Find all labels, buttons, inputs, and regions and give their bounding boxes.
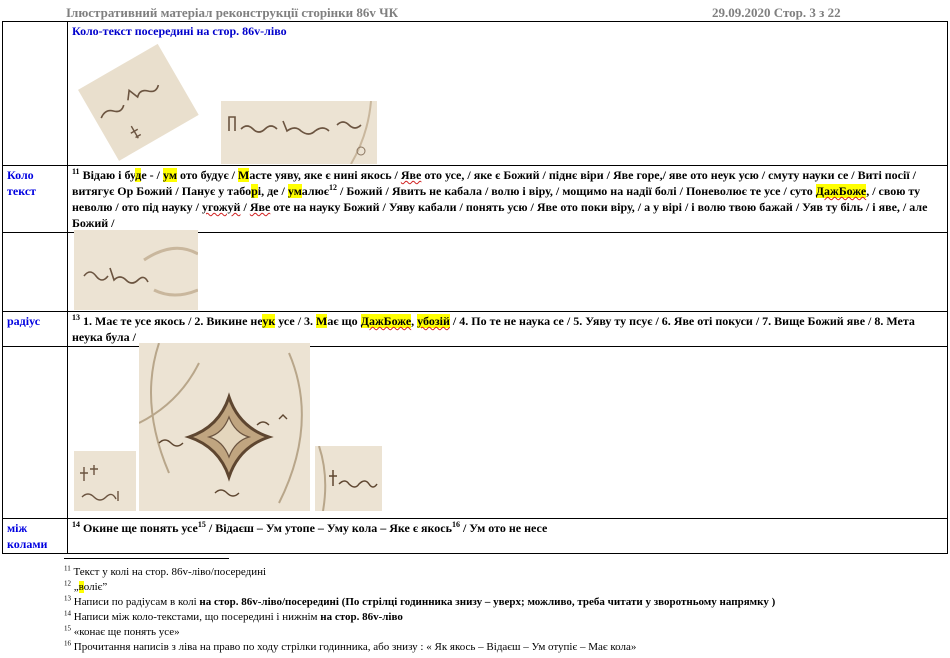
footnotes: 11 Текст у колі на стор. 86v-ліво/посере… — [64, 565, 944, 655]
manuscript-fragment-image — [74, 451, 136, 511]
manuscript-fragment-image — [74, 40, 200, 164]
manuscript-fragment-image — [139, 343, 310, 511]
header-date-page: 29.09.2020 Стор. 3 з 22 — [712, 5, 841, 20]
radius-text-cell: 13 1. Має те усе якось / 2. Викине неук … — [67, 311, 948, 347]
row-label: між колами — [2, 518, 68, 554]
row-label-empty — [2, 232, 68, 312]
manuscript-fragment-image — [221, 101, 377, 164]
manuscript-fragment-image — [74, 230, 198, 310]
footnote: 12 „воліє” — [64, 579, 108, 593]
footnote: 15 «конає ще понять усе» — [64, 624, 180, 638]
footnote: 14 Написи між коло-текстами, що посереди… — [64, 609, 403, 623]
footnote: 11 Текст у колі на стор. 86v-ліво/посере… — [64, 564, 267, 578]
section-title: Коло-текст посередині на стор. 86v-ліво — [72, 24, 287, 38]
row-label-empty — [2, 346, 68, 519]
footnote: 13 Написи по радіусам в колі на стор. 86… — [64, 594, 776, 608]
table-row: Коло текст 11 Відаю і буде - / ум ото бу… — [2, 165, 948, 233]
header-title: Ілюстративний матеріал реконструкції сто… — [66, 5, 399, 20]
footnote: 16 Прочитання написів з ліва на право по… — [64, 639, 637, 653]
manuscript-fragment-image — [315, 446, 382, 511]
row-label-empty — [2, 21, 68, 166]
between-circles-cell: 14 Окине ще понять усе15 / Відаєш – Ум у… — [67, 518, 948, 554]
row-label: радіус — [2, 311, 68, 347]
circle-text-cell: 11 Відаю і буде - / ум ото будує / Масте… — [67, 165, 948, 233]
footnote-separator — [64, 558, 229, 559]
row-label: Коло текст — [2, 165, 68, 233]
table-row: між колами 14 Окине ще понять усе15 / Ві… — [2, 518, 948, 554]
image-cell — [67, 232, 948, 312]
table-row: радіус 13 1. Має те усе якось / 2. Викин… — [2, 311, 948, 347]
